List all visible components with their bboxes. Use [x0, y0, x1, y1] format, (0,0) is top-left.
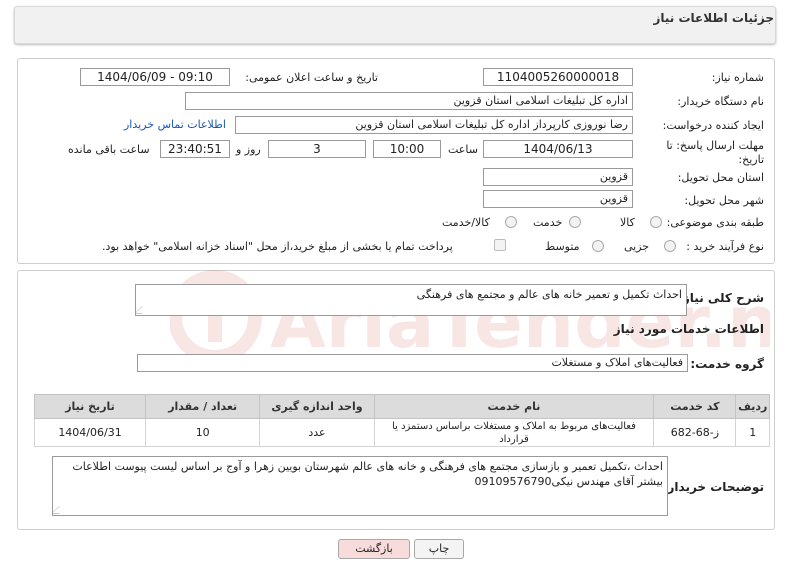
col-header-row-number: ردیف [735, 394, 770, 419]
service-group-field: فعالیت‌های املاک و مستغلات [137, 354, 688, 372]
services-section-title: اطلاعات خدمات مورد نیاز [613, 322, 764, 336]
category-option-service: خدمت [533, 216, 563, 229]
category-radio-goods-service[interactable] [505, 216, 517, 228]
province-label: استان محل تحویل: [677, 171, 764, 184]
treasury-payment-checkbox[interactable] [494, 239, 506, 251]
resize-grip-icon[interactable] [136, 306, 150, 314]
category-radio-service[interactable] [569, 216, 581, 228]
category-radio-goods[interactable] [650, 216, 662, 228]
process-option-minor: جزیی [624, 240, 650, 253]
buyer-org-label: نام دستگاه خریدار: [677, 95, 764, 108]
city-field: قزوین [483, 190, 633, 208]
cell-service-name: فعالیت‌های مربوط به املاک و مستغلات براس… [373, 418, 655, 447]
summary-label: شرح کلی نیاز: [678, 291, 764, 305]
days-remaining-field: 3 [268, 140, 366, 158]
process-type-label: نوع فرآیند خرید : [686, 240, 764, 253]
buyer-notes-textarea[interactable]: احداث ،تکمیل تعمیر و بازسازی مجتمع های ف… [52, 456, 668, 516]
buyer-notes-text: احداث ،تکمیل تعمیر و بازسازی مجتمع های ف… [72, 460, 663, 488]
summary-text: احداث تکمیل و تعمیر خانه های عالم و مجتم… [416, 288, 682, 301]
process-radio-minor[interactable] [664, 240, 676, 252]
deadline-time-label: ساعت [448, 143, 478, 156]
category-label: طبقه بندی موضوعی: [666, 216, 764, 229]
services-table: ردیف کد خدمت نام خدمت واحد اندازه گیری ت… [33, 394, 770, 447]
cell-service-code: ز-68-682 [653, 418, 737, 447]
announce-date-label: تاریخ و ساعت اعلان عمومی: [245, 71, 378, 84]
deadline-label: مهلت ارسال پاسخ: تا تاریخ: [666, 139, 764, 166]
summary-textarea[interactable]: احداث تکمیل و تعمیر خانه های عالم و مجتم… [135, 284, 687, 316]
col-header-service-code: کد خدمت [653, 394, 737, 419]
print-button[interactable]: چاپ [414, 539, 464, 559]
days-label: روز و [236, 143, 261, 156]
cell-row-number: 1 [735, 418, 770, 447]
buyer-contact-link[interactable]: اطلاعات تماس خریدار [124, 118, 226, 131]
col-header-unit: واحد اندازه گیری [259, 394, 375, 419]
cell-quantity: 10 [145, 418, 261, 447]
category-option-goods-service: کالا/خدمت [442, 216, 490, 229]
category-option-goods: کالا [620, 216, 635, 229]
buyer-org-field: اداره کل تبلیغات اسلامی استان قزوین [185, 92, 633, 110]
service-group-label: گروه خدمت: [690, 357, 764, 371]
city-label: شهر محل تحویل: [684, 194, 764, 207]
remaining-time-label: ساعت باقی مانده [68, 143, 150, 156]
col-header-quantity: تعداد / مقدار [145, 394, 261, 419]
cell-need-date: 1404/06/31 [33, 418, 147, 447]
col-header-service-name: نام خدمت [373, 394, 655, 419]
cell-unit: عدد [259, 418, 375, 447]
announce-date-field: 1404/06/09 - 09:10 [80, 68, 230, 86]
treasury-payment-note: پرداخت تمام یا بخشی از مبلغ خرید،از محل … [102, 240, 453, 253]
page-title: جزئیات اطلاعات نیاز [653, 11, 774, 25]
buyer-notes-label: توضیحات خریدار: [662, 480, 764, 494]
province-field: قزوین [483, 168, 633, 186]
deadline-date-field: 1404/06/13 [483, 140, 633, 158]
resize-grip-icon[interactable] [53, 506, 67, 514]
remaining-time-field: 23:40:51 [160, 140, 230, 158]
deadline-time-field: 10:00 [373, 140, 441, 158]
need-number-label: شماره نیاز: [711, 71, 764, 84]
process-option-medium: متوسط [545, 240, 580, 253]
requester-field: رضا نوروزی کارپرداز اداره کل تبلیغات اسل… [235, 116, 633, 134]
requester-label: ایجاد کننده درخواست: [662, 119, 764, 132]
process-radio-medium[interactable] [592, 240, 604, 252]
col-header-need-date: تاریخ نیاز [33, 394, 147, 419]
table-header-row: ردیف کد خدمت نام خدمت واحد اندازه گیری ت… [33, 394, 770, 419]
back-button[interactable]: بازگشت [338, 539, 410, 559]
table-row: 1 ز-68-682 فعالیت‌های مربوط به املاک و م… [33, 418, 770, 447]
need-number-field: 1104005260000018 [483, 68, 633, 86]
